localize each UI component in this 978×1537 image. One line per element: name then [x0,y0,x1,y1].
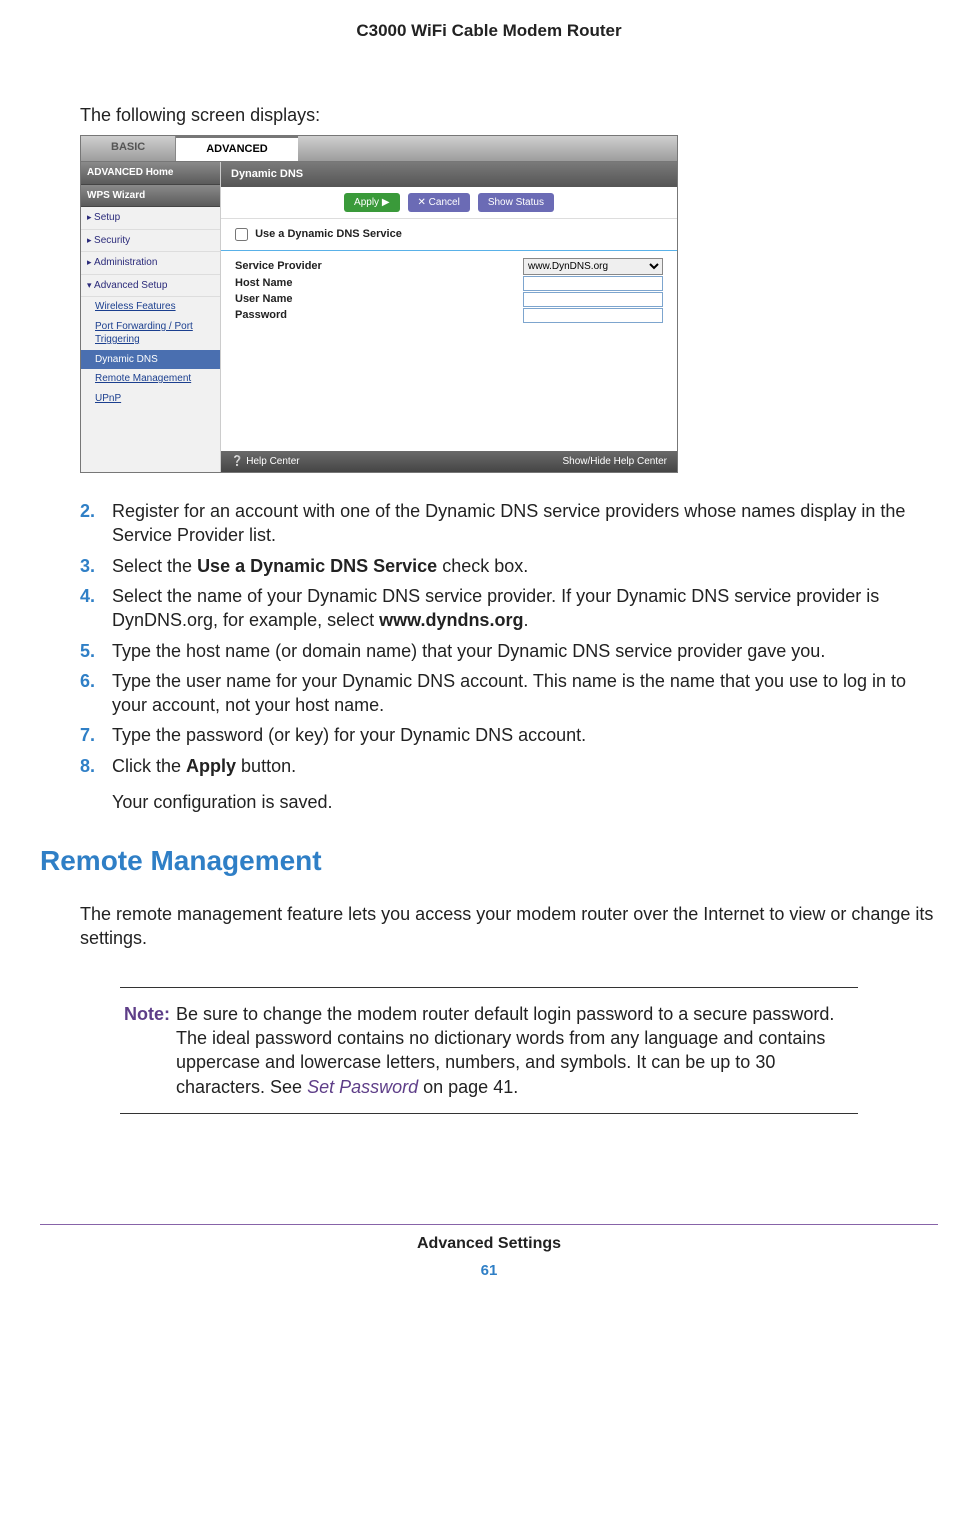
sidebar-port-forwarding[interactable]: Port Forwarding / Port Triggering [81,317,220,350]
step-body: Select the name of your Dynamic DNS serv… [112,584,938,633]
use-ddns-row: Use a Dynamic DNS Service [221,219,677,251]
step: 2.Register for an account with one of th… [80,499,938,548]
user-name-label: User Name [235,292,523,307]
step-body: Type the host name (or domain name) that… [112,639,938,663]
sidebar-advanced-setup[interactable]: Advanced Setup [81,275,220,298]
service-provider-label: Service Provider [235,259,523,274]
apply-button[interactable]: Apply ▶ [344,193,399,213]
cancel-button[interactable]: ✕ Cancel [408,193,470,213]
step: 6.Type the user name for your Dynamic DN… [80,669,938,718]
intro-text: The following screen displays: [80,103,938,127]
password-label: Password [235,308,523,323]
password-input[interactable] [523,308,663,323]
step: 3.Select the Use a Dynamic DNS Service c… [80,554,938,578]
host-name-input[interactable] [523,276,663,291]
footer-section-title: Advanced Settings [40,1233,938,1255]
sidebar-remote-management[interactable]: Remote Management [81,369,220,389]
sidebar-administration[interactable]: Administration [81,252,220,275]
use-ddns-checkbox[interactable] [235,228,248,241]
panel-title: Dynamic DNS [221,162,677,187]
note-label: Note: [124,1002,170,1099]
show-status-button[interactable]: Show Status [478,193,554,213]
step-body: Register for an account with one of the … [112,499,938,548]
host-name-label: Host Name [235,276,523,291]
step: 7.Type the password (or key) for your Dy… [80,723,938,747]
sidebar-dynamic-dns[interactable]: Dynamic DNS [81,350,220,370]
shot-tabs: BASIC ADVANCED [81,136,677,162]
step-number: 7. [80,723,112,747]
tab-advanced[interactable]: ADVANCED [176,136,298,161]
use-ddns-label: Use a Dynamic DNS Service [255,228,402,240]
panel-buttons: Apply ▶ ✕ Cancel Show Status [221,187,677,220]
service-provider-select[interactable]: www.DynDNS.org [523,258,663,275]
sidebar-upnp[interactable]: UPnP [81,389,220,409]
step: 8.Click the Apply button. [80,754,938,778]
section-heading: Remote Management [40,842,938,880]
main-panel: Dynamic DNS Apply ▶ ✕ Cancel Show Status… [221,162,677,472]
sidebar-setup[interactable]: Setup [81,207,220,230]
step: 5.Type the host name (or domain name) th… [80,639,938,663]
sidebar-security[interactable]: Security [81,230,220,253]
router-screenshot: BASIC ADVANCED ADVANCED Home WPS Wizard … [80,135,678,473]
help-center-link[interactable]: ❔ Help Center [231,455,300,469]
user-name-input[interactable] [523,292,663,307]
sidebar-wps[interactable]: WPS Wizard [81,185,220,208]
show-hide-help[interactable]: Show/Hide Help Center [563,455,668,469]
step: 4.Select the name of your Dynamic DNS se… [80,584,938,633]
note-text-post: on page 41. [418,1077,518,1097]
doc-header: C3000 WiFi Cable Modem Router [40,20,938,43]
step-body: Click the Apply button. [112,754,938,778]
step-list: 2.Register for an account with one of th… [80,499,938,778]
note-body: Be sure to change the modem router defau… [176,1002,854,1099]
step-number: 3. [80,554,112,578]
step-body: Type the user name for your Dynamic DNS … [112,669,938,718]
after-steps-text: Your configuration is saved. [112,790,938,814]
page-footer: Advanced Settings 61 [40,1224,938,1281]
section-paragraph: The remote management feature lets you a… [80,902,938,951]
sidebar: ADVANCED Home WPS Wizard Setup Security … [81,162,221,472]
step-number: 6. [80,669,112,718]
step-number: 2. [80,499,112,548]
step-number: 4. [80,584,112,633]
footer-page-number: 61 [40,1261,938,1281]
sidebar-wireless-features[interactable]: Wireless Features [81,297,220,317]
shot-footer: ❔ Help Center Show/Hide Help Center [221,451,677,473]
step-body: Type the password (or key) for your Dyna… [112,723,938,747]
note-link[interactable]: Set Password [307,1077,418,1097]
step-number: 8. [80,754,112,778]
sidebar-advanced-home[interactable]: ADVANCED Home [81,162,220,185]
tab-basic[interactable]: BASIC [81,136,176,161]
note-box: Note: Be sure to change the modem router… [120,987,858,1114]
step-number: 5. [80,639,112,663]
step-body: Select the Use a Dynamic DNS Service che… [112,554,938,578]
